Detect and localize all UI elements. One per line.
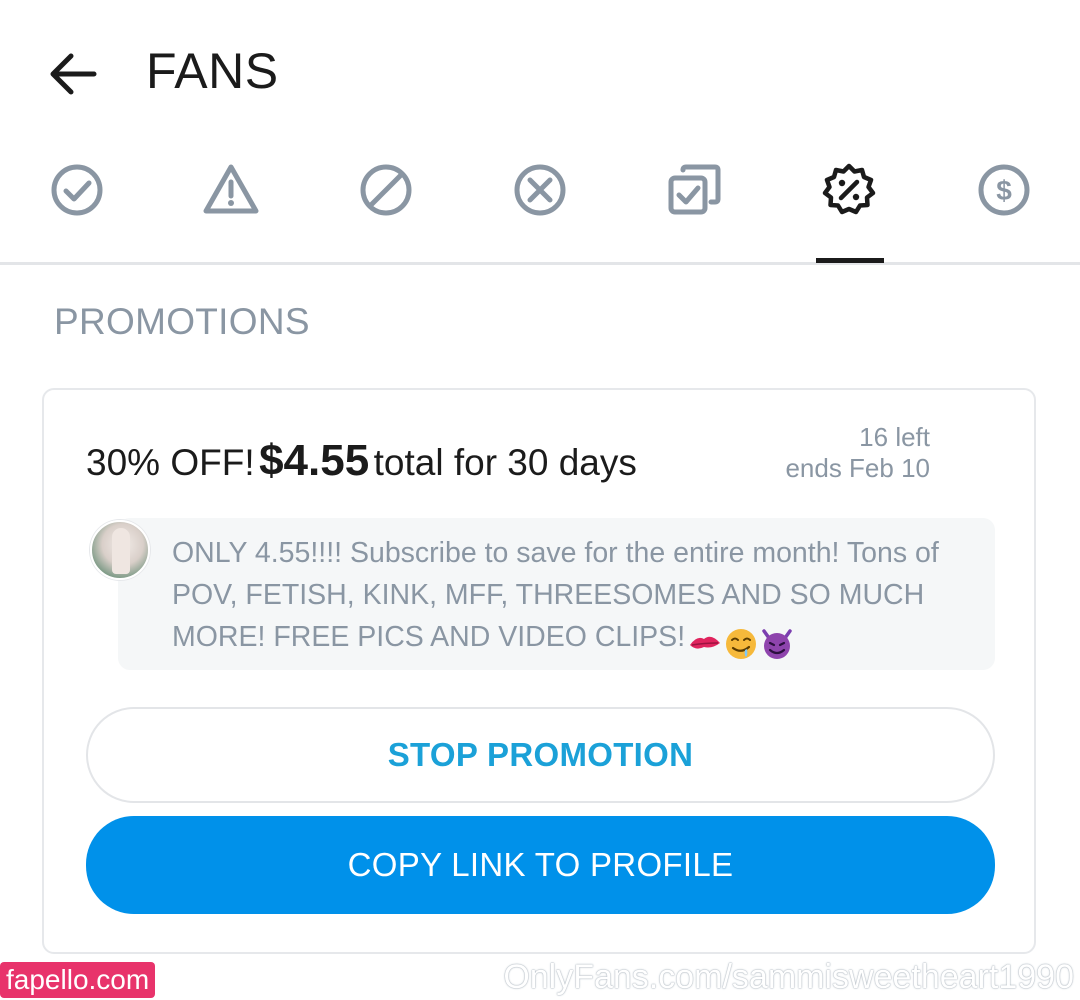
fans-filter-tabs: $	[0, 140, 1080, 265]
promotion-meta: 16 left ends Feb 10	[785, 422, 930, 484]
watermark-badge: fapello.com	[0, 962, 156, 998]
emoji-row	[687, 622, 795, 664]
promotion-discount: 30% OFF!	[86, 442, 255, 483]
copy-link-button[interactable]: COPY LINK TO PROFILE	[86, 816, 995, 914]
promotion-price: $4.55	[259, 436, 370, 485]
drooling-face-emoji-icon	[726, 629, 757, 660]
promotion-remaining: 16 left	[859, 422, 930, 452]
promotion-end-date: ends Feb 10	[785, 453, 930, 483]
tab-expired[interactable]	[490, 140, 590, 262]
kiss-mark-emoji-icon	[690, 637, 721, 650]
copy-check-icon	[668, 164, 721, 215]
tab-promotions[interactable]	[799, 140, 899, 263]
active-tab-indicator	[816, 258, 884, 263]
stop-promotion-button[interactable]: STOP PROMOTION	[86, 707, 995, 803]
fans-screen: FANS $ PROMOTIONS 30% OFF! $4.55 total f…	[0, 0, 1080, 1000]
page-title: FANS	[146, 43, 279, 99]
app-header: FANS	[0, 0, 1080, 140]
tab-restricted[interactable]	[181, 140, 281, 262]
check-circle-icon	[51, 164, 103, 216]
tab-earnings[interactable]: $	[954, 140, 1054, 262]
promotion-title: 30% OFF! $4.55 total for 30 days	[86, 436, 637, 486]
cancel-circle-icon	[514, 164, 566, 216]
promotion-duration: total for 30 days	[373, 442, 637, 483]
dollar-circle-icon: $	[978, 164, 1030, 216]
tab-active-fans[interactable]	[27, 140, 127, 262]
blocked-icon	[360, 164, 412, 216]
tab-blocked[interactable]	[336, 140, 436, 262]
avatar[interactable]	[90, 520, 150, 580]
tab-lists[interactable]	[645, 140, 745, 262]
svg-text:$: $	[996, 175, 1012, 206]
warning-icon	[203, 164, 259, 214]
back-button[interactable]	[44, 48, 104, 100]
watermark-url: OnlyFans.com/sammisweetheart1990	[503, 958, 1074, 996]
arrow-left-icon	[50, 53, 97, 95]
discount-badge-icon	[822, 163, 876, 215]
promotion-message-text: ONLY 4.55!!!! Subscribe to save for the …	[172, 537, 939, 653]
section-title: PROMOTIONS	[54, 301, 310, 342]
promotion-message: ONLY 4.55!!!! Subscribe to save for the …	[118, 518, 995, 670]
smiling-devil-emoji-icon	[762, 629, 792, 660]
